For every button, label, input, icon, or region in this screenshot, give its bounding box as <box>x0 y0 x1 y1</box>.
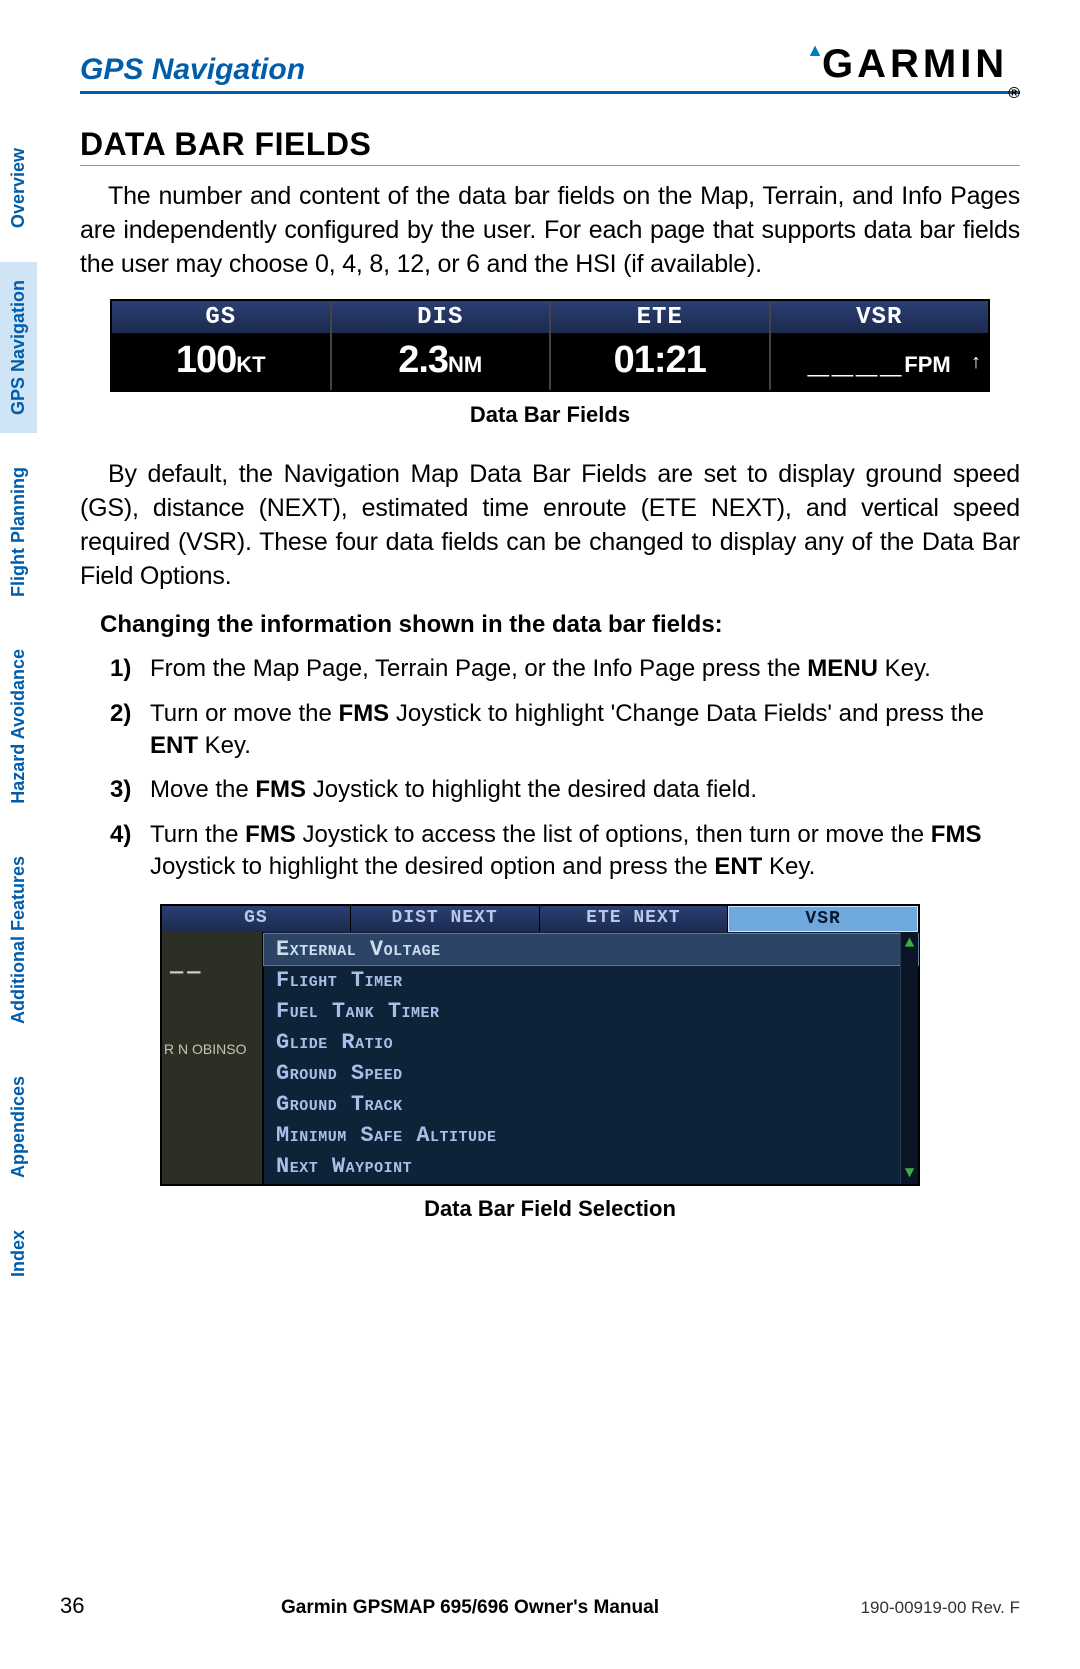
tab-gps-navigation[interactable]: GPS Navigation <box>0 262 37 433</box>
tab-appendices[interactable]: Appendices <box>0 1058 37 1196</box>
page-number: 36 <box>60 1593 140 1619</box>
selection-header-gs: GS <box>162 906 351 932</box>
steps-list: 1)From the Map Page, Terrain Page, or th… <box>110 653 1010 883</box>
selection-dash: —— <box>170 960 204 985</box>
paragraph-defaults: By default, the Navigation Map Data Bar … <box>80 458 1020 593</box>
section-title: GPS Navigation <box>80 53 305 87</box>
selection-option[interactable]: Ground Track <box>264 1089 918 1120</box>
selection-map-text: R N OBINSO <box>164 1042 246 1056</box>
step-item: 3)Move the FMS Joystick to highlight the… <box>110 774 1010 806</box>
figure-caption-databar: Data Bar Fields <box>80 402 1020 428</box>
databar-value: 100KT <box>112 333 330 390</box>
databar-value: ____FPM ↑ <box>771 333 989 390</box>
selection-option[interactable]: Flight Timer <box>264 965 918 996</box>
tab-flight-planning[interactable]: Flight Planning <box>0 449 37 615</box>
selection-header-vsr[interactable]: VSR <box>728 906 918 932</box>
figure-caption-selection: Data Bar Field Selection <box>80 1196 1020 1222</box>
selection-option[interactable]: Ground Speed <box>264 1058 918 1089</box>
side-tabs: Overview GPS Navigation Flight Planning … <box>0 130 60 1311</box>
step-item: 1)From the Map Page, Terrain Page, or th… <box>110 653 1010 685</box>
databar-cell-ete: ETE 01:21 <box>551 301 771 390</box>
selection-option[interactable]: Minimum Safe Altitude <box>264 1120 918 1151</box>
page-footer: 36 Garmin GPSMAP 695/696 Owner's Manual … <box>60 1593 1020 1619</box>
page-title: DATA BAR FIELDS <box>80 126 1020 166</box>
page-header: GPS Navigation ▲ GARMIN® <box>80 40 1020 94</box>
step-item: 2)Turn or move the FMS Joystick to highl… <box>110 698 1010 763</box>
selection-option[interactable]: Glide Ratio <box>264 1027 918 1058</box>
databar-cell-vsr: VSR ____FPM ↑ <box>771 301 989 390</box>
arrow-up-icon: ↑ <box>971 351 980 374</box>
selection-option[interactable]: Fuel Tank Timer <box>264 996 918 1027</box>
footer-revision: 190-00919-00 Rev. F <box>800 1598 1020 1618</box>
databar-cell-gs: GS 100KT <box>112 301 332 390</box>
databar-cell-dis: DIS 2.3NM <box>332 301 552 390</box>
tab-overview[interactable]: Overview <box>0 130 37 246</box>
figure-selection: GS DIST NEXT ETE NEXT VSR —— R N OBINSO … <box>160 904 920 1186</box>
brand-text: GARMIN <box>822 42 1008 87</box>
tab-hazard-avoidance[interactable]: Hazard Avoidance <box>0 631 37 822</box>
selection-left-panel: —— R N OBINSO <box>162 932 262 1184</box>
databar-value: 2.3NM <box>332 333 550 390</box>
step-item: 4)Turn the FMS Joystick to access the li… <box>110 819 1010 884</box>
databar-label: ETE <box>551 301 769 333</box>
selection-header-dist-next: DIST NEXT <box>351 906 540 932</box>
selection-scrollbar[interactable]: ▲ ▼ <box>900 932 918 1184</box>
databar-value: 01:21 <box>551 333 769 390</box>
selection-body: —— R N OBINSO External Voltage Flight Ti… <box>162 932 918 1184</box>
selection-option[interactable]: Next Waypoint <box>264 1151 918 1182</box>
footer-manual-title: Garmin GPSMAP 695/696 Owner's Manual <box>140 1597 800 1619</box>
steps-heading: Changing the information shown in the da… <box>100 611 1020 639</box>
selection-option[interactable]: External Voltage <box>264 934 918 965</box>
figure-data-bar: GS 100KT DIS 2.3NM ETE 01:21 VSR ____FPM… <box>110 299 990 392</box>
scroll-down-icon[interactable]: ▼ <box>901 1164 918 1182</box>
selection-header-row: GS DIST NEXT ETE NEXT VSR <box>162 906 918 932</box>
paragraph-intro: The number and content of the data bar f… <box>80 180 1020 281</box>
tab-additional-features[interactable]: Additional Features <box>0 838 37 1042</box>
tab-index[interactable]: Index <box>0 1212 37 1295</box>
databar-label: DIS <box>332 301 550 333</box>
databar-label: GS <box>112 301 330 333</box>
databar-label: VSR <box>771 301 989 333</box>
selection-option-list[interactable]: External Voltage Flight Timer Fuel Tank … <box>262 932 918 1184</box>
selection-header-ete-next: ETE NEXT <box>540 906 729 932</box>
brand-logo: ▲ GARMIN® <box>806 40 1020 87</box>
page-content: DATA BAR FIELDS The number and content o… <box>80 120 1020 1252</box>
scroll-up-icon[interactable]: ▲ <box>901 934 918 952</box>
